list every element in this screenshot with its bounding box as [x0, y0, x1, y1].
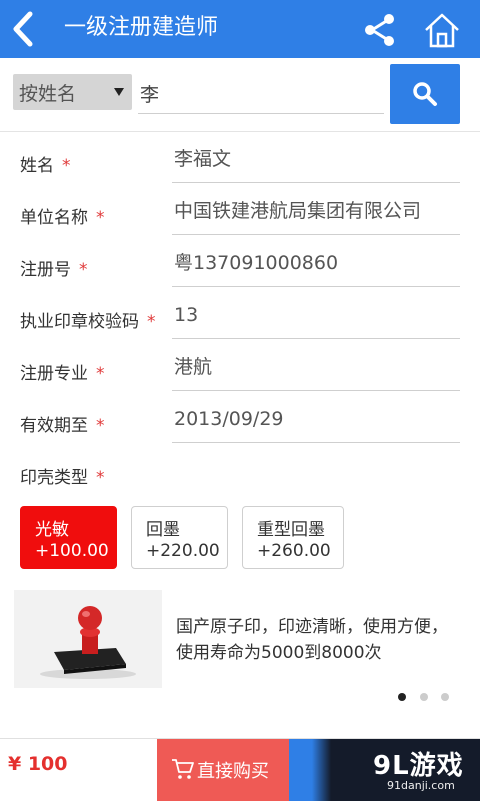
required-mark: * [96, 468, 105, 488]
back-button[interactable] [4, 4, 44, 54]
option-name: 回墨 [146, 520, 180, 540]
share-button[interactable] [360, 10, 400, 50]
field-label: 单位名称 * [20, 208, 105, 228]
buy-now-button[interactable]: 直接购买 [157, 739, 289, 801]
option-price: +100.00 [35, 541, 109, 561]
carousel-dot[interactable] [420, 693, 428, 701]
total-price: ¥ 100 [8, 753, 68, 775]
form-row-name: 姓名 * 李福文 [0, 136, 480, 188]
watermark-area: 9L游戏 91danji.com [289, 739, 480, 801]
field-label: 注册专业 * [20, 364, 105, 384]
page-title: 一级注册建造师 [64, 15, 219, 40]
specialty-field[interactable]: 港航 [172, 354, 460, 391]
top-bar: 一级注册建造师 [0, 0, 480, 58]
search-button[interactable] [390, 64, 460, 124]
buy-now-label: 直接购买 [197, 761, 269, 782]
field-label: 有效期至 * [20, 416, 105, 436]
reg-number-field[interactable]: 粤137091000860 [172, 250, 460, 287]
search-input[interactable] [138, 74, 384, 114]
search-type-select[interactable]: 按姓名 [13, 74, 132, 110]
product-description: 国产原子印，印迹清晰，使用方便，使用寿命为5000到8000次 [176, 617, 448, 663]
name-field[interactable]: 李福文 [172, 146, 460, 183]
form-row-specialty: 注册专业 * 港航 [0, 344, 480, 396]
dropdown-arrow-icon [114, 88, 124, 96]
cart-icon [172, 759, 194, 779]
form-row-reg-number: 注册号 * 粤137091000860 [0, 240, 480, 292]
required-mark: * [96, 364, 105, 384]
search-type-label: 按姓名 [19, 83, 77, 105]
watermark-site: 91danji.com [387, 779, 455, 792]
field-label: 注册号 * [20, 260, 88, 280]
bottom-bar: ¥ 100 直接购买 9L游戏 91danji.com [0, 738, 480, 801]
required-mark: * [96, 416, 105, 436]
option-price: +220.00 [146, 541, 220, 561]
field-label: 执业印章校验码 * [20, 312, 156, 332]
company-field[interactable]: 中国铁建港航局集团有限公司 [172, 198, 460, 235]
carousel-dot[interactable] [441, 693, 449, 701]
required-mark: * [147, 312, 156, 332]
form-row-valid-until: 有效期至 * 2013/09/29 [0, 396, 480, 448]
valid-until-field[interactable]: 2013/09/29 [172, 406, 460, 443]
shell-option-heavy-ink-return[interactable]: 重型回墨 +260.00 [242, 506, 344, 569]
product-image[interactable] [14, 590, 162, 688]
home-button[interactable] [420, 8, 464, 52]
shell-option-photosensitive[interactable]: 光敏 +100.00 [20, 506, 117, 569]
stamp-image [40, 606, 136, 679]
seal-code-field[interactable]: 13 [172, 302, 460, 339]
search-bar: 按姓名 [0, 58, 480, 132]
form-row-company: 单位名称 * 中国铁建港航局集团有限公司 [0, 188, 480, 240]
required-mark: * [62, 156, 71, 176]
watermark-logo: 9L游戏 [373, 751, 464, 781]
shell-option-ink-return[interactable]: 回墨 +220.00 [131, 506, 228, 569]
home-icon [425, 13, 459, 48]
option-name: 重型回墨 [257, 520, 325, 540]
back-arrow-icon [13, 11, 33, 47]
required-mark: * [79, 260, 88, 280]
form-row-shell-type: 印壳类型 * [0, 448, 480, 500]
share-icon [365, 14, 394, 46]
carousel-dot[interactable] [398, 693, 406, 701]
required-mark: * [96, 208, 105, 228]
field-label: 姓名 * [20, 156, 71, 176]
option-name: 光敏 [35, 520, 69, 540]
carousel-indicator [396, 693, 456, 703]
option-price: +260.00 [257, 541, 331, 561]
form-row-seal-code: 执业印章校验码 * 13 [0, 292, 480, 344]
search-icon [413, 82, 437, 106]
field-label: 印壳类型 * [20, 468, 105, 488]
